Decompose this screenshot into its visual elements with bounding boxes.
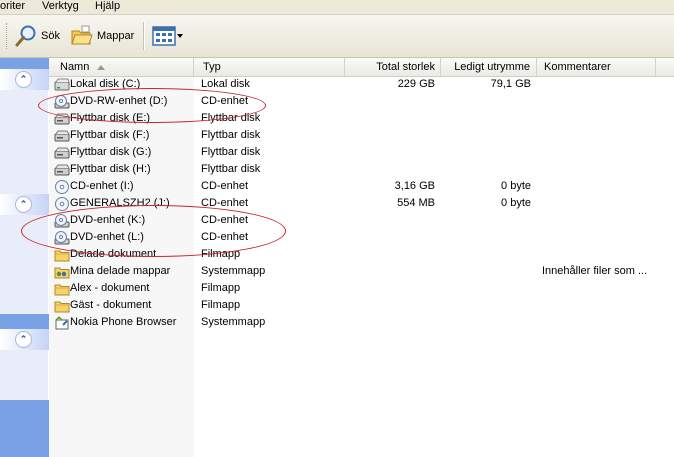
folder-icon xyxy=(54,282,70,296)
column-name[interactable]: Namn xyxy=(49,58,194,76)
collapse-icon[interactable]: ⌃ xyxy=(15,331,32,348)
hard-disk-icon xyxy=(54,78,70,92)
folders-button[interactable]: Mappar xyxy=(70,24,134,48)
item-name: CD-enhet (I:) xyxy=(70,180,134,192)
item-name: Nokia Phone Browser xyxy=(70,316,177,328)
removable-disk-icon xyxy=(54,163,70,177)
list-item[interactable]: CD-enhet (I:) CD-enhet 3,16 GB 0 byte xyxy=(49,179,674,196)
item-name: Flyttbar disk (H:) xyxy=(70,163,151,175)
item-type: Flyttbar disk xyxy=(201,146,261,158)
item-total-size: 229 GB xyxy=(397,78,435,90)
menu-help[interactable]: Hjälp xyxy=(95,0,120,12)
folders-button-label: Mappar xyxy=(97,30,135,42)
list-item[interactable]: Alex - dokument Filmapp xyxy=(49,281,674,298)
item-type: Systemmapp xyxy=(201,316,266,328)
phone-browser-icon xyxy=(54,316,70,330)
item-free-space: 0 byte xyxy=(501,180,531,192)
item-name: Flyttbar disk (G:) xyxy=(70,146,152,158)
toolbar-separator xyxy=(143,22,145,50)
toolbar-grip[interactable] xyxy=(6,23,10,49)
item-name: Flyttbar disk (F:) xyxy=(70,129,150,141)
search-button-label: Sök xyxy=(41,30,60,42)
task-section-3-header[interactable]: ⌃ xyxy=(0,329,49,350)
item-type: Flyttbar disk xyxy=(201,163,261,175)
removable-disk-icon xyxy=(54,146,70,160)
item-type: CD-enhet xyxy=(201,180,249,192)
cd-drive-icon xyxy=(54,180,70,194)
item-type: Filmapp xyxy=(201,299,241,311)
item-name: Alex - dokument xyxy=(70,282,150,294)
folder-icon xyxy=(54,299,70,313)
item-type: Filmapp xyxy=(201,282,241,294)
toolbar: Sök Mappar xyxy=(0,15,674,58)
task-section-3-body xyxy=(0,350,49,400)
chevron-down-icon[interactable] xyxy=(176,32,184,40)
list-item[interactable]: Flyttbar disk (G:) Flyttbar disk xyxy=(49,145,674,162)
shared-folder-icon xyxy=(54,265,70,279)
item-free-space: 0 byte xyxy=(501,197,531,209)
task-section-3: ⌃ xyxy=(0,329,49,400)
annotation-ellipse-2 xyxy=(21,205,286,257)
views-button[interactable] xyxy=(152,24,184,48)
list-item[interactable]: Gäst - dokument Filmapp xyxy=(49,298,674,315)
column-type-label: Typ xyxy=(203,61,221,73)
column-total-size-label: Total storlek xyxy=(376,61,435,73)
column-name-label: Namn xyxy=(60,61,90,73)
task-pane: ⌃ ⌃ ⌃ xyxy=(0,58,49,457)
item-type: Lokal disk xyxy=(201,78,250,90)
removable-disk-icon xyxy=(54,129,70,143)
views-icon xyxy=(152,26,176,46)
item-total-size: 554 MB xyxy=(397,197,435,209)
collapse-icon[interactable]: ⌃ xyxy=(15,196,32,213)
folders-icon xyxy=(71,25,93,45)
annotation-ellipse-1 xyxy=(38,88,266,123)
item-type: Systemmapp xyxy=(201,265,266,277)
item-type: Flyttbar disk xyxy=(201,129,261,141)
task-section-1-header[interactable]: ⌃ xyxy=(0,69,49,90)
task-section-2-header[interactable]: ⌃ xyxy=(0,194,49,215)
item-total-size: 3,16 GB xyxy=(394,180,435,192)
menu-favorites[interactable]: oriter xyxy=(0,0,25,12)
column-free-space-label: Ledigt utrymme xyxy=(454,61,530,73)
list-item[interactable]: Flyttbar disk (H:) Flyttbar disk xyxy=(49,162,674,179)
item-free-space: 79,1 GB xyxy=(490,78,531,90)
list-item[interactable]: Mina delade mappar Systemmapp Innehåller f… xyxy=(49,264,674,281)
menu-tools[interactable]: Verktyg xyxy=(42,0,79,12)
sort-ascending-icon xyxy=(97,64,106,70)
search-button[interactable]: Sök xyxy=(14,24,60,48)
list-item[interactable]: Flyttbar disk (F:) Flyttbar disk xyxy=(49,128,674,145)
cd-drive-icon xyxy=(54,197,70,211)
collapse-icon[interactable]: ⌃ xyxy=(15,71,32,88)
list-item[interactable]: Nokia Phone Browser Systemmapp xyxy=(49,315,674,332)
column-total-size[interactable]: Total storlek xyxy=(345,58,441,76)
menu-bar: oriter Verktyg Hjälp xyxy=(0,0,674,15)
column-comments[interactable]: Kommentarer xyxy=(537,58,656,76)
column-comments-label: Kommentarer xyxy=(544,61,611,73)
search-icon xyxy=(15,25,36,47)
item-name: Mina delade mappar xyxy=(70,265,171,277)
item-comment: Innehåller filer som ... xyxy=(542,265,648,277)
item-name: Gäst - dokument xyxy=(70,299,152,311)
column-header: Namn Typ Total storlek Ledigt utrymme Ko… xyxy=(49,58,674,77)
column-type[interactable]: Typ xyxy=(194,58,345,76)
column-free-space[interactable]: Ledigt utrymme xyxy=(441,58,537,76)
task-section-2: ⌃ xyxy=(0,194,49,314)
